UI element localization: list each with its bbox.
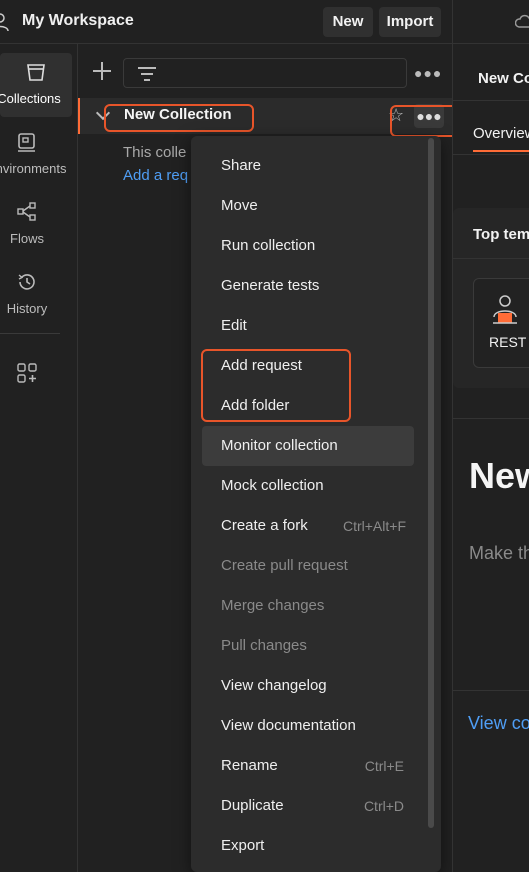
- collection-heading[interactable]: New: [469, 455, 529, 497]
- menu-item-mock-collection[interactable]: Mock collection: [202, 466, 414, 506]
- menu-shortcut: Ctrl+D: [363, 798, 404, 814]
- divider: [453, 418, 529, 419]
- menu-label: Move: [221, 197, 258, 214]
- rail-item-collections[interactable]: Collections: [0, 53, 72, 117]
- add-request-link[interactable]: Add a req: [123, 167, 188, 184]
- menu-item-edit[interactable]: Edit: [202, 306, 414, 346]
- rail-item-environments[interactable]: Environments: [0, 123, 72, 187]
- highlight-add-items: [201, 349, 351, 422]
- more-options-icon[interactable]: ●●●: [414, 63, 441, 83]
- menu-item-monitor-collection[interactable]: Monitor collection: [202, 426, 414, 466]
- divider: [453, 100, 529, 101]
- collections-icon: [27, 64, 45, 81]
- divider: [453, 258, 529, 259]
- divider: [453, 690, 529, 691]
- menu-label: Pull changes: [221, 637, 307, 654]
- rail-divider: [0, 333, 60, 334]
- menu-item-pull-changes[interactable]: Pull changes: [202, 626, 414, 666]
- menu-label: Mock collection: [221, 477, 324, 494]
- menu-label: Export: [221, 837, 265, 854]
- add-icon[interactable]: [93, 62, 111, 80]
- flows-icon: [17, 202, 36, 221]
- menu-label: View changelog: [221, 677, 327, 694]
- main-area: New Co Overview Top tem REST A New Make …: [452, 0, 529, 872]
- menu-label: View documentation: [221, 717, 356, 734]
- menu-scrollbar[interactable]: [428, 138, 434, 828]
- template-user-icon: [493, 295, 517, 324]
- cloud-icon[interactable]: [515, 14, 529, 28]
- menu-shortcut: Ctrl+E: [364, 758, 404, 774]
- top-bar: [453, 0, 529, 44]
- tab-overview[interactable]: Overview: [473, 125, 529, 142]
- rail-label-flows: Flows: [10, 231, 44, 246]
- menu-label: Rename: [221, 757, 278, 774]
- menu-label: Share: [221, 157, 262, 174]
- highlight-collection-name: [104, 104, 254, 132]
- menu-item-generate-tests[interactable]: Generate tests: [202, 266, 414, 306]
- filter-input[interactable]: [123, 58, 407, 88]
- menu-label: Merge changes: [221, 597, 325, 614]
- menu-label: Monitor collection: [221, 437, 338, 454]
- divider: [453, 154, 529, 155]
- collection-tab-title[interactable]: New Co: [478, 70, 529, 87]
- menu-item-merge-changes[interactable]: Merge changes: [202, 586, 414, 626]
- active-tab-indicator: [473, 150, 529, 152]
- user-icon: [0, 13, 9, 32]
- menu-item-create-pull-request[interactable]: Create pull request: [202, 546, 414, 586]
- rail-label-environments: Environments: [0, 161, 67, 176]
- menu-item-move[interactable]: Move: [202, 186, 414, 226]
- filter-icon: [138, 67, 156, 81]
- rail-item-flows[interactable]: Flows: [0, 193, 72, 257]
- rail-label-collections: Collections: [0, 91, 61, 106]
- environments-icon: [18, 133, 35, 152]
- import-button[interactable]: Import: [379, 7, 441, 37]
- empty-collection-text: This colle: [123, 144, 187, 161]
- highlight-more-button: [390, 105, 461, 137]
- templates-title: Top tem: [473, 226, 529, 243]
- menu-label: Duplicate: [221, 797, 284, 814]
- menu-shortcut: Ctrl+Alt+F: [342, 518, 406, 534]
- menu-item-share[interactable]: Share: [202, 146, 414, 186]
- menu-item-run-collection[interactable]: Run collection: [202, 226, 414, 266]
- menu-item-view-changelog[interactable]: View changelog: [202, 666, 414, 706]
- menu-label: Create a fork: [221, 517, 308, 534]
- menu-label: Generate tests: [221, 277, 320, 294]
- menu-item-rename[interactable]: Rename Ctrl+E: [202, 746, 414, 786]
- menu-label: Create pull request: [221, 557, 348, 574]
- rail-item-configure[interactable]: [0, 354, 72, 418]
- templates-card: Top tem REST A: [453, 208, 529, 388]
- menu-item-export[interactable]: Export: [202, 826, 414, 866]
- menu-label: Run collection: [221, 237, 316, 254]
- view-complete-docs-link[interactable]: View co: [468, 713, 529, 734]
- new-button[interactable]: New: [323, 7, 373, 37]
- left-rail: Collections Environments Flows History: [0, 44, 78, 872]
- rail-item-history[interactable]: History: [0, 263, 72, 327]
- menu-item-view-documentation[interactable]: View documentation: [202, 706, 414, 746]
- menu-label: Edit: [221, 317, 247, 334]
- template-label: REST A: [489, 334, 529, 350]
- workspace-title[interactable]: My Workspace: [22, 12, 134, 30]
- add-configure-icon: [17, 363, 37, 383]
- app-header: My Workspace New Import: [0, 0, 452, 44]
- template-item[interactable]: REST A: [473, 278, 529, 368]
- history-icon: [18, 274, 35, 290]
- menu-item-create-fork[interactable]: Create a fork Ctrl+Alt+F: [202, 506, 414, 546]
- rail-label-history: History: [6, 301, 48, 316]
- menu-item-duplicate[interactable]: Duplicate Ctrl+D: [202, 786, 414, 826]
- description-placeholder[interactable]: Make th: [469, 543, 529, 564]
- collection-context-menu: Share Move Run collection Generate tests…: [191, 136, 441, 872]
